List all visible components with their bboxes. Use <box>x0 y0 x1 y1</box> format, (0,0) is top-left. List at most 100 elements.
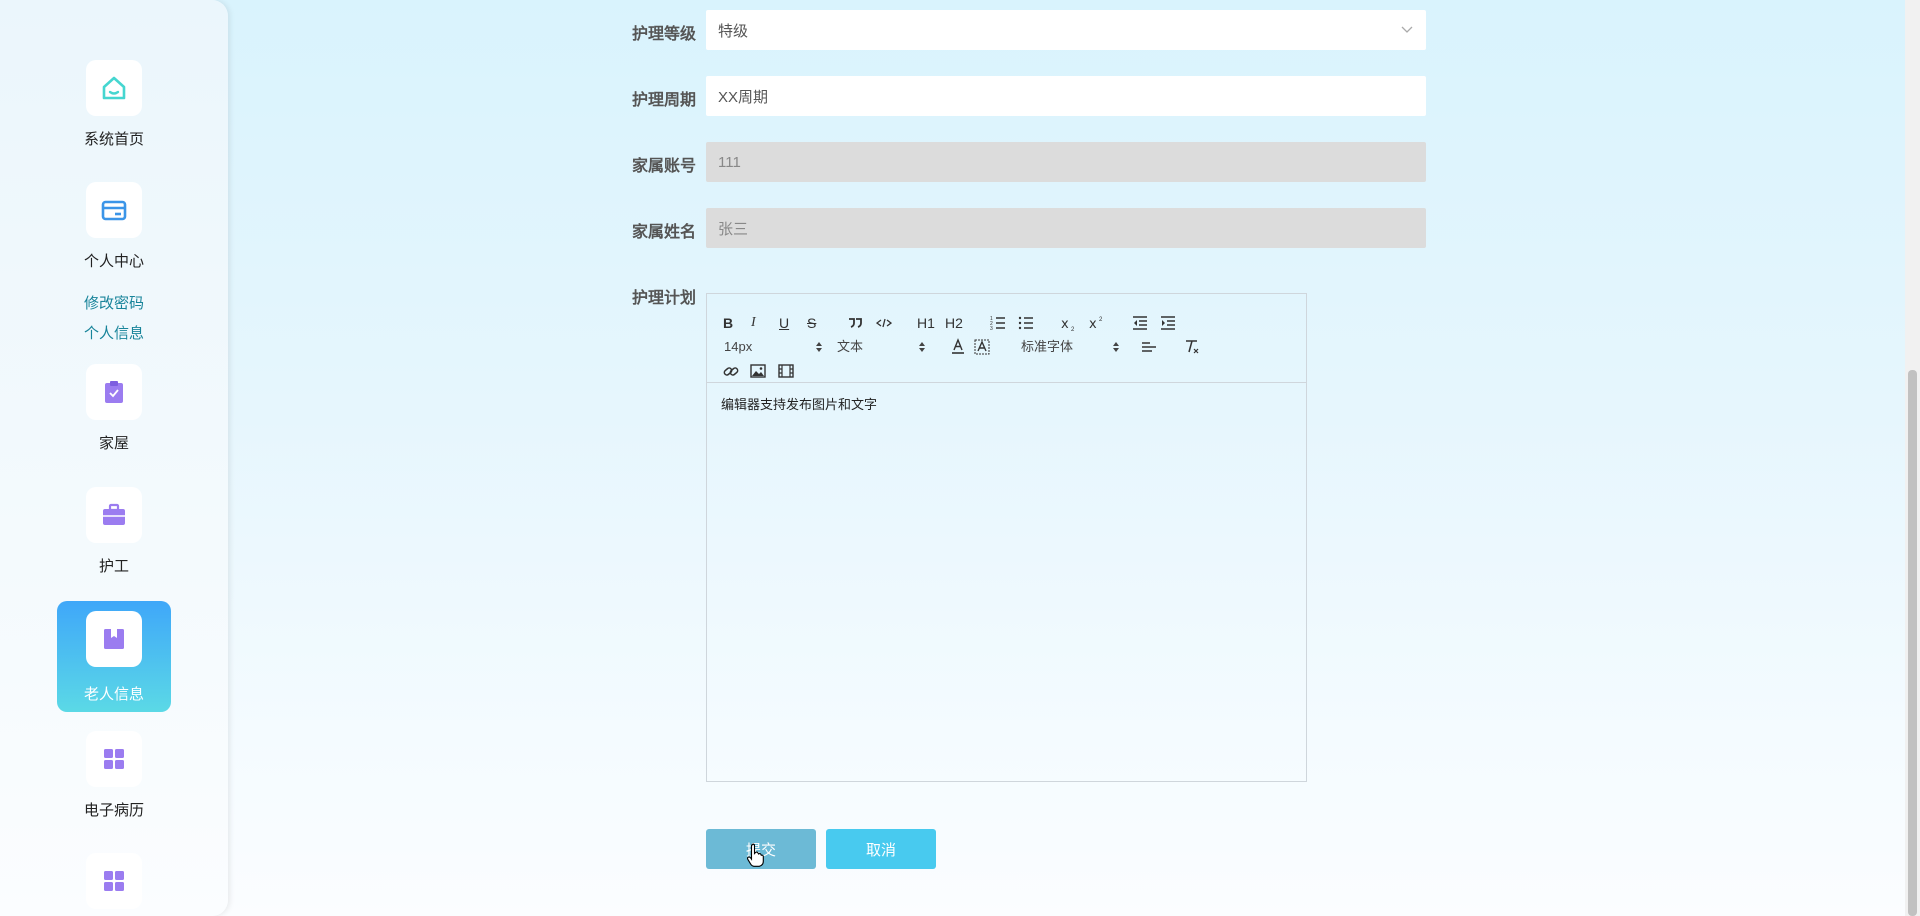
sidebar-item-medical-record[interactable]: 电子病历 <box>57 731 171 820</box>
family-name-label: 家属姓名 <box>631 224 696 241</box>
sidebar-item-home[interactable]: 系统首页 <box>57 60 171 149</box>
indent-icon <box>1161 316 1175 330</box>
book-icon <box>104 629 124 649</box>
subscript-icon: x2 <box>1061 317 1075 332</box>
heading2-button[interactable]: H2 <box>945 314 963 332</box>
sidebar-item-family[interactable]: 家屋 <box>57 364 171 453</box>
select-arrows-icon <box>816 342 822 352</box>
clear-format-icon <box>1186 340 1199 354</box>
sidebar-item-label: 护工 <box>98 558 129 575</box>
image-button[interactable] <box>750 362 766 380</box>
scrollbar-thumb[interactable] <box>1908 370 1917 916</box>
family-account-value: 111 <box>718 153 741 171</box>
sidebar-item-caregiver[interactable]: 护工 <box>57 487 171 576</box>
care-cycle-value: XX周期 <box>718 88 769 106</box>
header-select[interactable]: 文本 <box>837 338 925 356</box>
icon-box <box>86 364 142 420</box>
bullet-list-icon <box>1018 316 1033 330</box>
outdent-button[interactable] <box>1132 314 1148 332</box>
superscript-icon: x2 <box>1089 317 1103 332</box>
svg-text:x: x <box>1089 317 1097 332</box>
care-cycle-label: 护理周期 <box>631 92 696 109</box>
select-arrows-icon <box>919 342 925 352</box>
grid-icon <box>104 871 124 891</box>
sidebar-item-elder-info[interactable]: 老人信息 <box>57 601 171 712</box>
sidebar-item-label: 电子病历 <box>83 802 144 819</box>
sidebar-link-change-password[interactable]: 修改密码 <box>84 292 144 313</box>
family-account-input: 111 <box>706 142 1426 182</box>
font-family-value: 标准字体 <box>1021 339 1074 354</box>
font-color-button[interactable] <box>950 338 966 356</box>
blockquote-button[interactable] <box>848 314 862 332</box>
icon-box <box>86 487 142 543</box>
outdent-icon <box>1133 316 1147 330</box>
icon-box <box>86 611 142 667</box>
editor-toolbar: B I U S H1 H2 123 x2 x2 14px 文本 标准字体 <box>707 294 1306 383</box>
cancel-button[interactable]: 取消 <box>826 829 936 869</box>
strike-button[interactable]: S <box>807 314 816 332</box>
care-level-label: 护理等级 <box>631 26 696 43</box>
family-account-label: 家属账号 <box>631 158 696 175</box>
wallet-icon <box>101 200 127 221</box>
quote-icon <box>849 318 862 328</box>
link-button[interactable] <box>723 362 739 380</box>
clipboard-icon <box>105 381 123 403</box>
underline-button[interactable]: U <box>779 314 789 332</box>
svg-text:2: 2 <box>1071 327 1075 332</box>
sidebar-link-personal-info[interactable]: 个人信息 <box>84 322 144 343</box>
font-family-select[interactable]: 标准字体 <box>1021 338 1121 356</box>
select-arrows-icon <box>1113 342 1119 352</box>
code-block-button[interactable] <box>876 314 892 332</box>
align-button[interactable] <box>1141 338 1157 356</box>
svg-text:x: x <box>1061 317 1069 332</box>
icon-box <box>86 60 142 116</box>
hand-cursor-icon <box>747 843 764 867</box>
ordered-list-button[interactable]: 123 <box>990 314 1006 332</box>
sidebar-item-label: 家屋 <box>98 435 129 452</box>
font-size-value: 14px <box>724 339 753 354</box>
font-size-select[interactable]: 14px <box>724 338 822 356</box>
care-level-value: 特级 <box>718 22 749 40</box>
sidebar-item-personal-center[interactable]: 个人中心 <box>57 182 171 271</box>
header-value: 文本 <box>837 339 864 354</box>
background-color-button[interactable] <box>974 338 990 356</box>
grid-icon <box>104 749 124 769</box>
family-name-value: 张三 <box>718 220 749 238</box>
clear-format-button[interactable] <box>1184 338 1200 356</box>
home-icon <box>102 76 126 100</box>
editor-content[interactable]: 编辑器支持发布图片和文字 <box>721 394 877 413</box>
align-left-icon <box>1142 342 1156 352</box>
care-cycle-input[interactable]: XX周期 <box>706 76 1426 116</box>
icon-box <box>86 182 142 238</box>
code-icon <box>876 318 892 328</box>
rich-text-editor: B I U S H1 H2 123 x2 x2 14px 文本 标准字体 编辑器… <box>706 293 1307 782</box>
care-plan-label: 护理计划 <box>631 290 696 307</box>
superscript-button[interactable]: x2 <box>1089 314 1105 332</box>
sidebar-item-more[interactable] <box>57 853 171 909</box>
sidebar-item-label: 个人中心 <box>83 253 144 270</box>
font-color-icon <box>952 338 964 354</box>
bold-button[interactable]: B <box>723 314 733 332</box>
italic-button[interactable]: I <box>751 314 756 332</box>
heading1-button[interactable]: H1 <box>917 314 935 332</box>
sidebar-item-label: 老人信息 <box>83 686 144 703</box>
video-button[interactable] <box>778 362 794 380</box>
sidebar: 系统首页 个人中心 修改密码 个人信息 家屋 护工 老人信息 电子病历 <box>0 0 228 916</box>
icon-box <box>86 731 142 787</box>
bullet-list-button[interactable] <box>1018 314 1034 332</box>
page-scrollbar[interactable] <box>1905 0 1920 916</box>
background-color-icon <box>974 339 990 355</box>
care-level-select[interactable]: 特级 <box>706 10 1426 50</box>
indent-button[interactable] <box>1160 314 1176 332</box>
link-icon <box>723 367 739 376</box>
icon-box <box>86 853 142 909</box>
briefcase-icon <box>103 503 125 525</box>
svg-text:2: 2 <box>1099 317 1103 323</box>
sidebar-item-label: 系统首页 <box>83 131 144 148</box>
chevron-down-icon <box>1401 26 1413 33</box>
image-icon <box>750 364 766 378</box>
ordered-list-icon: 123 <box>990 316 1005 332</box>
video-icon <box>778 364 794 378</box>
subscript-button[interactable]: x2 <box>1061 314 1077 332</box>
family-name-input: 张三 <box>706 208 1426 248</box>
